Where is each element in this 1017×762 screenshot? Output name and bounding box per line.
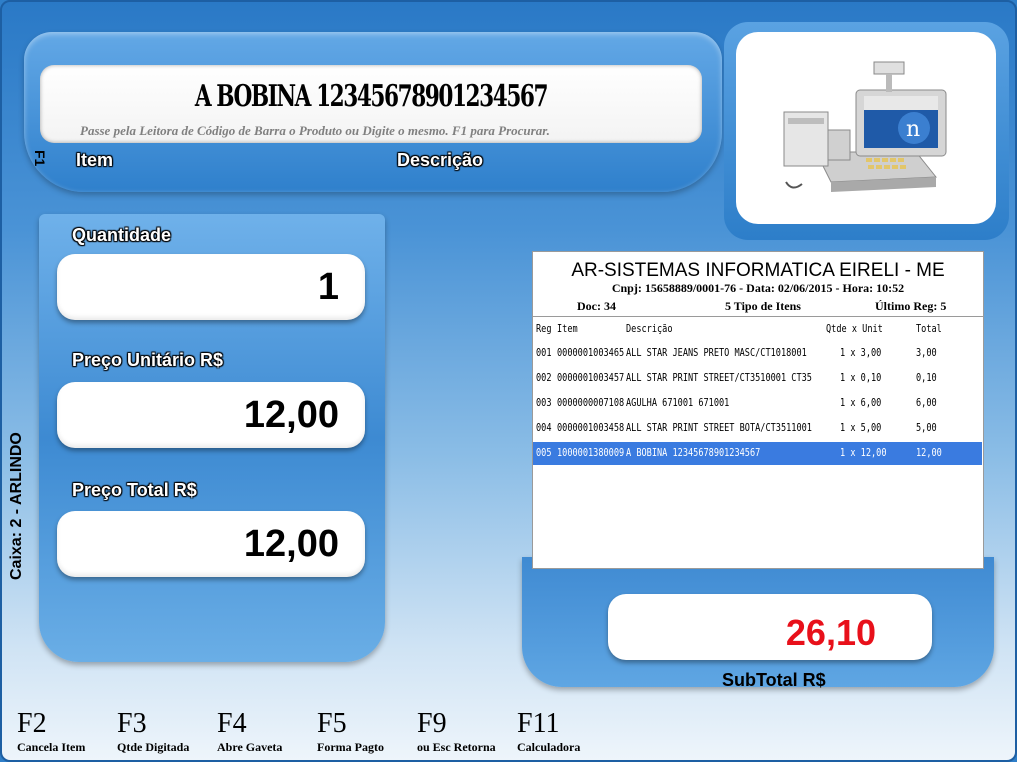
- unit-price-field[interactable]: 12,00: [57, 382, 365, 448]
- quantity-field[interactable]: 1: [57, 254, 365, 320]
- row-desc: AGULHA 671001 671001: [626, 396, 730, 409]
- col-item: Item: [557, 322, 578, 335]
- cashier-label: Caixa: 2 - ARLINDO: [8, 432, 25, 580]
- product-image-box: n: [736, 32, 996, 224]
- fkey-label: F5: [317, 708, 347, 739]
- table-row[interactable]: 004 0000001003458 ALL STAR PRINT STREET …: [533, 417, 982, 440]
- fkey-label: F4: [217, 708, 247, 739]
- table-row[interactable]: 003 0000000007108 AGULHA 671001 671001 1…: [533, 392, 982, 415]
- row-total: 3,00: [916, 346, 937, 359]
- item-types: 5 Tipo de Itens: [725, 299, 801, 313]
- receipt: AR-SISTEMAS INFORMATICA EIRELI - ME Cnpj…: [532, 251, 984, 569]
- total-price-label: Preço Total R$: [72, 480, 197, 500]
- receipt-separator: [533, 316, 983, 317]
- table-row[interactable]: 002 0000001003457 ALL STAR PRINT STREET/…: [533, 367, 982, 390]
- fkey-desc: ou Esc Retorna: [417, 740, 496, 754]
- doc-number: Doc: 34: [577, 299, 616, 313]
- row-reg: 005: [536, 446, 552, 459]
- fkey-desc: Cancela Item: [17, 740, 86, 754]
- fkey-label: F2: [17, 708, 47, 739]
- f9-return-key[interactable]: F9 ou Esc Retorna: [417, 710, 496, 755]
- row-qtde: 1 x 0,10: [840, 371, 882, 384]
- pos-terminal-icon: n: [783, 61, 947, 192]
- table-row-selected[interactable]: 005 1000001380009 A BOBINA 1234567890123…: [533, 442, 982, 465]
- product-image-panel: n: [724, 22, 1009, 240]
- f1-label: F1: [32, 150, 48, 167]
- fkey-label: F9: [417, 708, 447, 739]
- row-qtde: 1 x 6,00: [840, 396, 882, 409]
- product-name: A BOBINA 12345678901234567: [194, 79, 549, 114]
- row-reg: 001: [536, 346, 552, 359]
- row-qtde: 1 x 12,00: [840, 446, 887, 459]
- row-reg: 004: [536, 421, 552, 434]
- row-total: 5,00: [916, 421, 937, 434]
- subtotal-value: 26,10: [785, 612, 876, 653]
- row-item: 0000001003465: [557, 346, 625, 359]
- fkey-label: F11: [517, 708, 560, 739]
- row-item: 0000001003457: [557, 371, 625, 384]
- row-desc: ALL STAR PRINT STREET BOTA/CT3511001: [626, 421, 812, 434]
- row-desc: ALL STAR JEANS PRETO MASC/CT1018001: [626, 346, 807, 359]
- description-label: Descrição: [397, 150, 484, 170]
- f5-payment-key[interactable]: F5 Forma Pagto: [317, 710, 384, 755]
- row-qtde: 1 x 5,00: [840, 421, 882, 434]
- fkey-desc: Abre Gaveta: [217, 740, 283, 754]
- fkey-label: F3: [117, 708, 147, 739]
- item-label: Item: [76, 150, 114, 170]
- subtotal-box: 26,10: [608, 594, 932, 660]
- f11-calculator-key[interactable]: F11 Calculadora: [517, 710, 580, 755]
- fkey-desc: Qtde Digitada: [117, 740, 190, 754]
- table-row[interactable]: 001 0000001003465 ALL STAR JEANS PRETO M…: [533, 342, 982, 365]
- row-desc: ALL STAR PRINT STREET/CT3510001 CT35: [626, 371, 812, 384]
- quantity-label: Quantidade: [72, 225, 172, 245]
- row-total: 0,10: [916, 371, 937, 384]
- product-hint: Passe pela Leitora de Código de Barra o …: [80, 123, 550, 138]
- f2-cancel-item-key[interactable]: F2 Cancela Item: [17, 710, 85, 755]
- subtotal-label: SubTotal R$: [722, 670, 826, 690]
- col-total: Total: [916, 322, 942, 335]
- f4-open-drawer-key[interactable]: F4 Abre Gaveta: [217, 710, 282, 755]
- row-total: 12,00: [916, 446, 942, 459]
- row-item: 0000000007108: [557, 396, 625, 409]
- row-item: 0000001003458: [557, 421, 625, 434]
- col-qtde: Qtde x Unit: [826, 322, 883, 335]
- col-reg: Reg: [536, 322, 552, 335]
- col-desc: Descrição: [626, 322, 673, 335]
- f3-quantity-key[interactable]: F3 Qtde Digitada: [117, 710, 189, 755]
- row-total: 6,00: [916, 396, 937, 409]
- row-item: 1000001380009: [557, 446, 625, 459]
- fkey-desc: Forma Pagto: [317, 740, 384, 754]
- pos-screen: A BOBINA 12345678901234567 Passe pela Le…: [0, 0, 1017, 762]
- unit-price-label: Preço Unitário R$: [72, 350, 224, 370]
- total-price-field: 12,00: [57, 511, 365, 577]
- row-reg: 003: [536, 396, 552, 409]
- row-desc: A BOBINA 12345678901234567: [626, 446, 761, 459]
- product-entry-box[interactable]: A BOBINA 12345678901234567 Passe pela Le…: [40, 65, 702, 143]
- row-reg: 002: [536, 371, 552, 384]
- fkey-desc: Calculadora: [517, 740, 581, 754]
- row-qtde: 1 x 3,00: [840, 346, 882, 359]
- company-name: AR-SISTEMAS INFORMATICA EIRELI - ME: [571, 260, 945, 281]
- receipt-info: Cnpj: 15658889/0001-76 - Data: 02/06/201…: [611, 281, 905, 295]
- last-reg: Último Reg: 5: [875, 299, 947, 313]
- svg-text:n: n: [906, 117, 920, 142]
